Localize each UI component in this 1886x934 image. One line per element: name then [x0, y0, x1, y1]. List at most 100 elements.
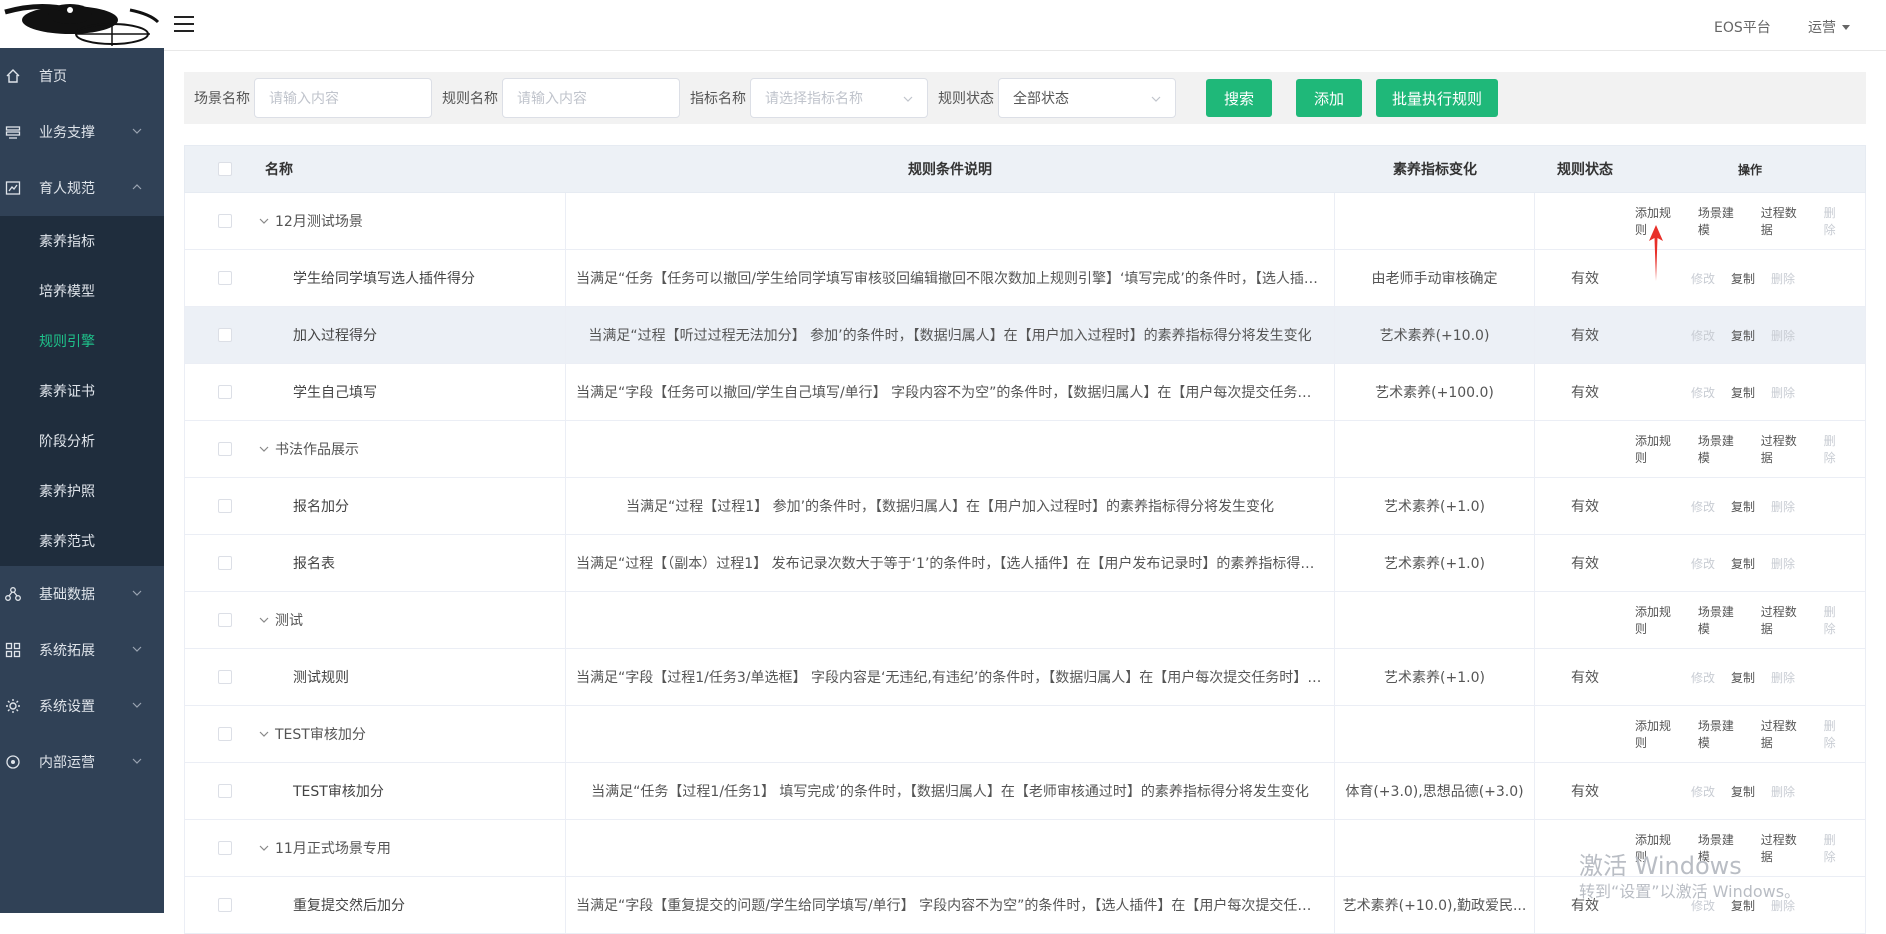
copy-link[interactable]: 复制	[1731, 783, 1755, 800]
row-status	[1535, 592, 1635, 648]
menu-basic-data[interactable]: 基础数据	[0, 566, 164, 622]
scene-modeling-link[interactable]: 场景建模	[1698, 204, 1745, 238]
row-checkbox[interactable]	[218, 784, 232, 798]
add-rule-link[interactable]: 添加规则	[1635, 717, 1682, 751]
edit-link[interactable]: 修改	[1691, 555, 1715, 572]
hamburger-menu-icon[interactable]	[174, 16, 194, 32]
menu-internal-ops[interactable]: 内部运营	[0, 734, 164, 790]
delete-link[interactable]: 删除	[1771, 498, 1795, 515]
rule-name: 重复提交然后加分	[293, 898, 405, 914]
copy-link[interactable]: 复制	[1731, 270, 1755, 287]
add-rule-link[interactable]: 添加规则	[1635, 432, 1682, 466]
group-row[interactable]: 书法作品展示 添加规则 场景建模 过程数据 删除	[184, 421, 1866, 478]
rule-name: 测试规则	[293, 670, 349, 686]
scene-name-input[interactable]: 请输入内容	[254, 78, 432, 118]
process-data-link[interactable]: 过程数据	[1761, 204, 1808, 238]
add-rule-link[interactable]: 添加规则	[1635, 603, 1682, 637]
row-checkbox[interactable]	[218, 328, 232, 342]
rule-desc: 当满足“过程【（副本）过程1】 发布记录次数大于等于‘1’的条件时，【选人插件】…	[576, 556, 1324, 572]
row-checkbox[interactable]	[218, 214, 232, 228]
edit-link[interactable]: 修改	[1691, 327, 1715, 344]
user-menu[interactable]: 运营	[1808, 17, 1850, 37]
row-checkbox[interactable]	[218, 385, 232, 399]
search-button[interactable]: 搜索	[1206, 79, 1272, 117]
edit-link[interactable]: 修改	[1691, 669, 1715, 686]
metric-select-placeholder: 请选择指标名称	[765, 91, 863, 107]
table-row[interactable]: 报名表 当满足“过程【（副本）过程1】 发布记录次数大于等于‘1’的条件时，【选人…	[184, 535, 1866, 592]
delete-link[interactable]: 删除	[1824, 717, 1847, 751]
group-row[interactable]: 12月测试场景 添加规则 场景建模 过程数据 删除	[184, 193, 1866, 250]
process-data-link[interactable]: 过程数据	[1761, 432, 1808, 466]
delete-link[interactable]: 删除	[1824, 831, 1847, 865]
edit-link[interactable]: 修改	[1691, 270, 1715, 287]
table-row[interactable]: TEST审核加分 当满足“任务【过程1/任务1】 填写完成’的条件时，【数据归属人…	[184, 763, 1866, 820]
process-data-link[interactable]: 过程数据	[1761, 603, 1808, 637]
select-all-checkbox[interactable]	[218, 162, 232, 176]
menu-system-extend[interactable]: 系统拓展	[0, 622, 164, 678]
expand-chevron-icon[interactable]	[259, 216, 269, 226]
sidebar-item-rule-engine[interactable]: 规则引擎	[0, 316, 164, 366]
row-checkbox[interactable]	[218, 556, 232, 570]
rule-name-input[interactable]: 请输入内容	[502, 78, 680, 118]
platform-link[interactable]: EOS平台	[1714, 17, 1771, 37]
scene-modeling-link[interactable]: 场景建模	[1698, 717, 1745, 751]
menu-home[interactable]: 首页	[0, 48, 164, 104]
sidebar-item-model[interactable]: 培养模型	[0, 266, 164, 316]
table-row[interactable]: 测试规则 当满足“字段【过程1/任务3/单选框】 字段内容是‘无违纪,有违纪’的条…	[184, 649, 1866, 706]
status-select[interactable]: 全部状态	[998, 78, 1176, 118]
expand-chevron-icon[interactable]	[259, 729, 269, 739]
add-button[interactable]: 添加	[1296, 79, 1362, 117]
table-row[interactable]: 学生自己填写 当满足“字段【任务可以撤回/学生自己填写/单行】 字段内容不为空”的…	[184, 364, 1866, 421]
menu-business[interactable]: 业务支撑	[0, 104, 164, 160]
delete-link[interactable]: 删除	[1771, 783, 1795, 800]
sidebar-item-paradigm[interactable]: 素养范式	[0, 516, 164, 566]
row-checkbox[interactable]	[218, 271, 232, 285]
scene-label: 场景名称	[194, 91, 250, 107]
copy-link[interactable]: 复制	[1731, 498, 1755, 515]
edit-link[interactable]: 修改	[1691, 783, 1715, 800]
table-row[interactable]: 学生给同学填写选人插件得分 当满足“任务【任务可以撤回/学生给同学填写审核驳回编辑…	[184, 250, 1866, 307]
sidebar-item-metrics[interactable]: 素养指标	[0, 216, 164, 266]
menu-system-settings[interactable]: 系统设置	[0, 678, 164, 734]
delete-link[interactable]: 删除	[1771, 669, 1795, 686]
sidebar-item-stage-analysis[interactable]: 阶段分析	[0, 416, 164, 466]
expand-chevron-icon[interactable]	[259, 615, 269, 625]
row-checkbox[interactable]	[218, 499, 232, 513]
scene-modeling-link[interactable]: 场景建模	[1698, 603, 1745, 637]
process-data-link[interactable]: 过程数据	[1761, 717, 1808, 751]
scene-modeling-link[interactable]: 场景建模	[1698, 432, 1745, 466]
expand-chevron-icon[interactable]	[259, 843, 269, 853]
sidebar-item-passport[interactable]: 素养护照	[0, 466, 164, 516]
rules-table: 名称 规则条件说明 素养指标变化 规则状态 操作 12月测试场景 添加规则 场景建模…	[184, 145, 1866, 934]
process-data-link[interactable]: 过程数据	[1761, 831, 1808, 865]
delete-link[interactable]: 删除	[1771, 555, 1795, 572]
delete-link[interactable]: 删除	[1824, 432, 1847, 466]
delete-link[interactable]: 删除	[1771, 384, 1795, 401]
delete-link[interactable]: 删除	[1771, 270, 1795, 287]
group-row[interactable]: 测试 添加规则 场景建模 过程数据 删除	[184, 592, 1866, 649]
sidebar-item-certificate[interactable]: 素养证书	[0, 366, 164, 416]
batch-execute-button[interactable]: 批量执行规则	[1376, 79, 1498, 117]
edit-link[interactable]: 修改	[1691, 384, 1715, 401]
logo[interactable]	[0, 0, 164, 48]
metric-select[interactable]: 请选择指标名称	[750, 78, 928, 118]
row-checkbox[interactable]	[218, 841, 232, 855]
row-checkbox[interactable]	[218, 727, 232, 741]
delete-link[interactable]: 删除	[1771, 327, 1795, 344]
copy-link[interactable]: 复制	[1731, 384, 1755, 401]
table-row[interactable]: 报名加分 当满足“过程【过程1】 参加’的条件时，【数据归属人】在【用户加入过程时…	[184, 478, 1866, 535]
delete-link[interactable]: 删除	[1824, 204, 1847, 238]
copy-link[interactable]: 复制	[1731, 327, 1755, 344]
edit-link[interactable]: 修改	[1691, 498, 1715, 515]
delete-link[interactable]: 删除	[1824, 603, 1847, 637]
row-checkbox[interactable]	[218, 442, 232, 456]
copy-link[interactable]: 复制	[1731, 669, 1755, 686]
row-checkbox[interactable]	[218, 613, 232, 627]
copy-link[interactable]: 复制	[1731, 555, 1755, 572]
menu-education[interactable]: 育人规范	[0, 160, 164, 216]
group-row[interactable]: TEST审核加分 添加规则 场景建模 过程数据 删除	[184, 706, 1866, 763]
expand-chevron-icon[interactable]	[259, 444, 269, 454]
table-row[interactable]: 加入过程得分 当满足“过程【听过过程无法加分】 参加’的条件时，【数据归属人】在【…	[184, 307, 1866, 364]
row-checkbox[interactable]	[218, 670, 232, 684]
row-checkbox[interactable]	[218, 898, 232, 912]
